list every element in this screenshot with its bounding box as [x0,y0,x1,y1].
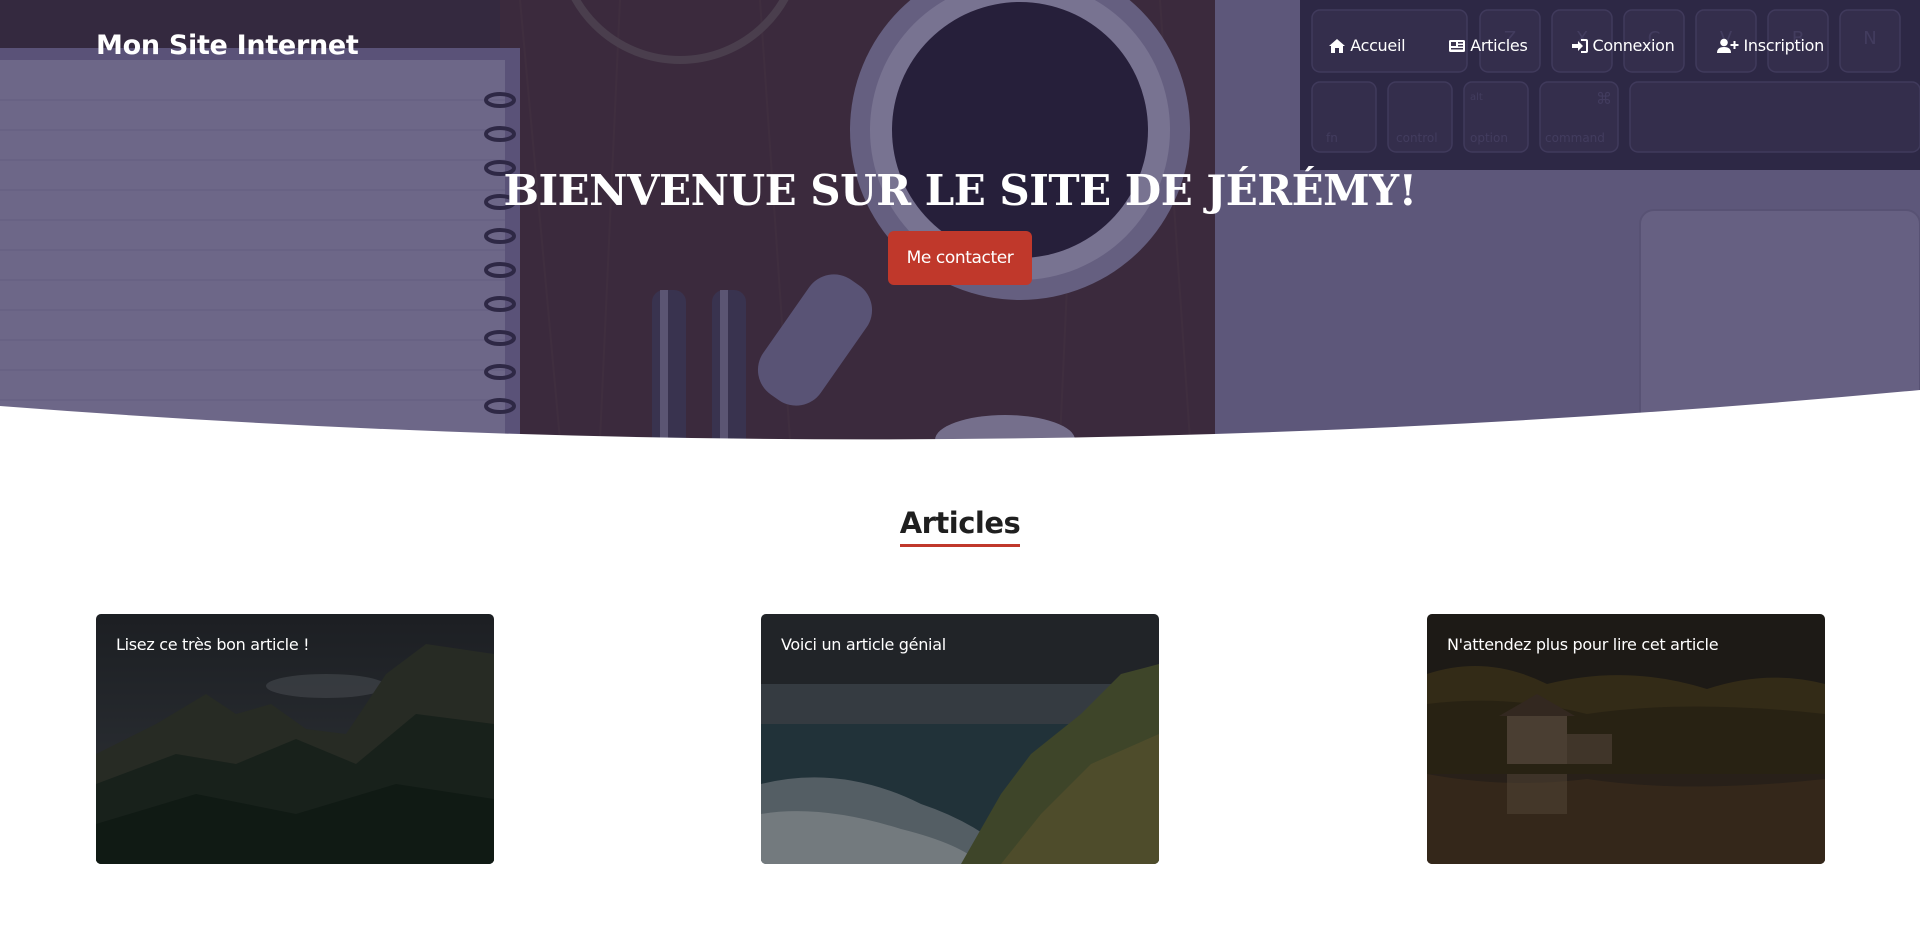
nav-inscription-label: Inscription [1743,36,1824,55]
hero-banner: Z X C V B N fn control alt option ⌘ comm… [0,0,1920,440]
article-card-title: Voici un article génial [781,635,946,654]
newspaper-icon [1449,39,1466,52]
nav-articles-label: Articles [1470,36,1528,55]
sign-in-icon [1571,38,1588,53]
nav-accueil-label: Accueil [1350,36,1406,55]
article-card[interactable]: N'attendez plus pour lire cet article [1427,614,1825,864]
contact-button[interactable]: Me contacter [888,231,1032,285]
user-plus-icon [1717,38,1739,53]
hero-title: BIENVENUE SUR LE SITE DE JÉRÉMY! [503,166,1417,215]
article-card[interactable]: Lisez ce très bon article ! [96,614,494,864]
article-card[interactable]: Voici un article génial [761,614,1159,864]
articles-heading: Articles [899,506,1021,547]
articles-section-title: Articles [0,506,1920,547]
article-card-title: N'attendez plus pour lire cet article [1447,635,1719,654]
nav-articles[interactable]: Articles [1448,36,1528,55]
home-icon [1329,38,1346,53]
nav-connexion-label: Connexion [1592,36,1675,55]
hero-bottom-curve [0,390,1920,440]
article-card-title: Lisez ce très bon article ! [116,635,310,654]
site-brand[interactable]: Mon Site Internet [96,30,359,61]
hero-overlay [0,0,1920,440]
main-nav: Accueil Articles Connexion Inscription [1328,36,1824,55]
nav-connexion[interactable]: Connexion [1571,36,1675,55]
nav-inscription[interactable]: Inscription [1717,36,1824,55]
nav-accueil[interactable]: Accueil [1328,36,1406,55]
